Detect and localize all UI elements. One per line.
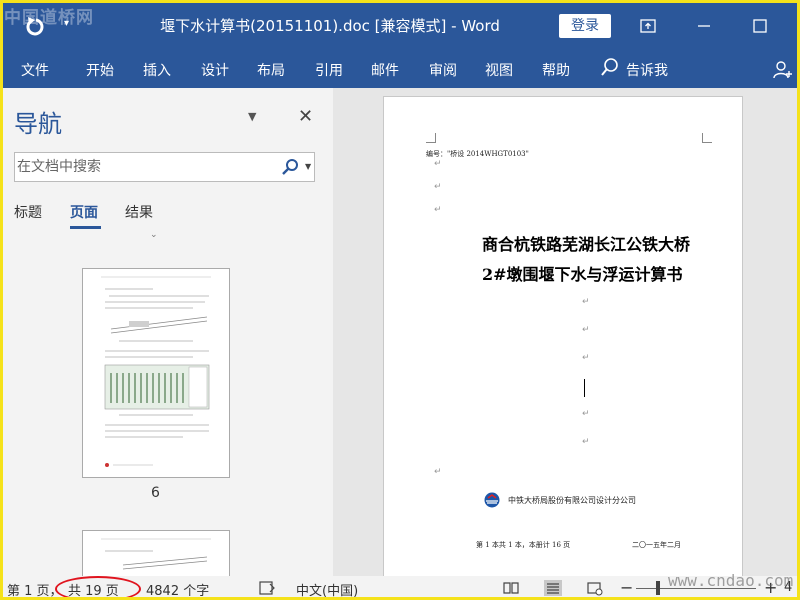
share-user-icon[interactable] <box>772 59 794 85</box>
web-layout-icon[interactable] <box>586 580 604 596</box>
tab-file[interactable]: 文件 <box>21 60 49 80</box>
text-cursor <box>584 379 585 397</box>
tab-mailings[interactable]: 邮件 <box>371 60 399 80</box>
page-thumbnail[interactable] <box>82 268 230 478</box>
read-mode-icon[interactable] <box>502 580 520 596</box>
thumbnail-page-number: 6 <box>151 485 160 501</box>
paragraph-mark: ↵ <box>582 297 590 307</box>
page-thumbnail[interactable] <box>82 530 230 576</box>
document-search-box[interactable]: ▼ <box>14 152 315 182</box>
language-indicator[interactable]: 中文(中国) <box>296 580 358 599</box>
document-date: 二〇一五年二月 <box>632 541 681 549</box>
margin-corner-mark <box>702 133 712 143</box>
zoom-slider-handle[interactable] <box>656 581 660 595</box>
company-name: 中铁大桥局股份有限公司设计分公司 <box>508 496 636 505</box>
tell-me-label[interactable]: 告诉我 <box>626 60 668 80</box>
tab-layout[interactable]: 布局 <box>257 60 285 80</box>
active-tab-indicator <box>70 226 101 229</box>
login-button[interactable]: 登录 <box>559 14 611 38</box>
thumbnail-preview-image <box>101 276 211 467</box>
zoom-out-icon[interactable]: − <box>620 578 633 597</box>
minimize-icon[interactable] <box>690 12 718 40</box>
search-options-dropdown-icon[interactable]: ▼ <box>305 162 311 171</box>
paragraph-mark: ↵ <box>582 353 590 363</box>
word-count[interactable]: 4842 个字 <box>146 580 209 599</box>
tab-results[interactable]: 结果 <box>125 202 153 222</box>
watermark-url: www.cndao.com <box>668 571 794 590</box>
tab-design[interactable]: 设计 <box>201 60 229 80</box>
document-area[interactable]: 编号："桥设 2014WHGT0103" ↵ ↵ ↵ 商合杭铁路芜湖长江公铁大桥… <box>333 88 800 576</box>
volume-page-info: 第 1 本共 1 本，本册计 16 页 <box>476 541 571 549</box>
document-page[interactable]: 编号："桥设 2014WHGT0103" ↵ ↵ ↵ 商合杭铁路芜湖长江公铁大桥… <box>383 96 743 576</box>
company-logo-icon <box>484 492 500 508</box>
proofing-icon[interactable] <box>258 580 276 596</box>
tab-view[interactable]: 视图 <box>485 60 513 80</box>
close-icon[interactable]: ✕ <box>298 106 313 127</box>
tab-review[interactable]: 审阅 <box>429 60 457 80</box>
margin-corner-mark <box>426 133 436 143</box>
nav-options-dropdown-icon[interactable]: ▼ <box>248 110 256 123</box>
thumbnail-preview-image <box>101 538 211 570</box>
tab-references[interactable]: 引用 <box>315 60 343 80</box>
maximize-icon[interactable] <box>746 12 774 40</box>
tab-insert[interactable]: 插入 <box>143 60 171 80</box>
search-input[interactable] <box>17 155 277 179</box>
tab-home[interactable]: 开始 <box>86 60 114 80</box>
scroll-up-icon[interactable]: ⌄ <box>150 230 158 240</box>
document-title-line1: 商合杭铁路芜湖长江公铁大桥 <box>482 235 691 254</box>
ribbon-tabs: 文件 开始 插入 设计 布局 引用 邮件 审阅 视图 帮助 告诉我 <box>0 52 800 88</box>
document-number: 编号："桥设 2014WHGT0103" <box>426 150 529 158</box>
print-layout-icon[interactable] <box>544 580 562 596</box>
lightbulb-search-icon[interactable] <box>600 57 620 79</box>
paragraph-mark: ↵ <box>582 325 590 335</box>
paragraph-mark: ↵ <box>434 159 442 169</box>
paragraph-mark: ↵ <box>434 182 442 192</box>
title-bar: 中国道桥网 ▾ 堰下水计算书(20151101).doc [兼容模式] - Wo… <box>0 0 800 52</box>
paragraph-mark: ↵ <box>582 409 590 419</box>
paragraph-mark: ↵ <box>582 437 590 447</box>
tab-help[interactable]: 帮助 <box>542 60 570 80</box>
ribbon-display-options-icon[interactable] <box>634 12 662 40</box>
highlight-circle <box>55 576 141 600</box>
tab-headings[interactable]: 标题 <box>14 202 42 222</box>
paragraph-mark: ↵ <box>434 205 442 215</box>
paragraph-mark: ↵ <box>434 467 442 477</box>
navigation-pane: 导航 ▼ ✕ ▼ 标题 页面 结果 ⌄ <box>0 88 333 576</box>
search-icon[interactable] <box>281 158 299 176</box>
tab-pages[interactable]: 页面 <box>70 202 98 222</box>
document-title-line2: 2#墩围堰下水与浮运计算书 <box>482 265 683 284</box>
nav-pane-title: 导航 <box>14 110 62 138</box>
